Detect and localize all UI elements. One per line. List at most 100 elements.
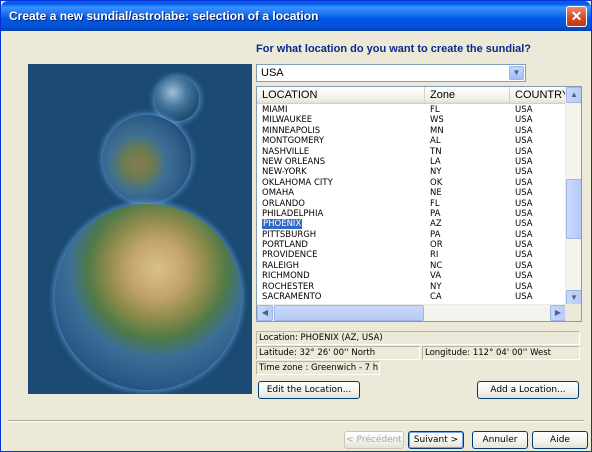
country-cell: USA bbox=[515, 188, 533, 199]
country-cell: USA bbox=[515, 271, 533, 282]
zone-cell: AL bbox=[430, 136, 441, 147]
location-cell: NASHVILLE bbox=[262, 146, 310, 157]
list-header: LOCATION Zone COUNTRY bbox=[257, 87, 566, 104]
country-cell: USA bbox=[515, 115, 533, 126]
country-cell: USA bbox=[515, 125, 533, 136]
window-title: Create a new sundial/astrolabe: selectio… bbox=[9, 9, 319, 23]
column-header-location[interactable]: LOCATION bbox=[257, 87, 425, 104]
scroll-thumb[interactable] bbox=[566, 179, 581, 239]
location-cell: PHOENIX bbox=[260, 218, 304, 231]
country-cell: USA bbox=[515, 229, 533, 240]
timezone-readout: Time zone : Greenwich - 7 h bbox=[256, 361, 380, 375]
country-cell: USA bbox=[515, 260, 533, 271]
cancel-button[interactable]: Annuler bbox=[472, 431, 528, 449]
zone-cell: NE bbox=[430, 188, 442, 199]
list-item[interactable]: MINNEAPOLIS MN USA bbox=[257, 126, 566, 136]
horizontal-scrollbar[interactable]: ◀ ▶ bbox=[257, 304, 566, 321]
list-item[interactable]: ROCHESTER NY USA bbox=[257, 282, 566, 292]
list-item[interactable]: RALEIGH NC USA bbox=[257, 261, 566, 271]
country-cell: USA bbox=[515, 219, 533, 230]
location-readout: Location: PHOENIX (AZ, USA) bbox=[256, 331, 580, 345]
list-item[interactable]: OMAHA NE USA bbox=[257, 188, 566, 198]
location-cell: OMAHA bbox=[262, 188, 295, 199]
list-item[interactable]: NEW ORLEANS LA USA bbox=[257, 157, 566, 167]
location-cell: MILWAUKEE bbox=[262, 115, 313, 126]
list-item[interactable]: PITTSBURGH PA USA bbox=[257, 230, 566, 240]
next-button[interactable]: Suivant > bbox=[408, 431, 464, 449]
country-cell: USA bbox=[515, 105, 533, 115]
location-cell: MIAMI bbox=[262, 105, 288, 115]
location-list[interactable]: LOCATION Zone COUNTRY MIAMI FL USA MILWAUKE… bbox=[256, 86, 582, 322]
country-cell: USA bbox=[515, 208, 533, 219]
zone-cell: FL bbox=[430, 105, 440, 115]
location-question: For what location do you want to create … bbox=[256, 43, 532, 55]
longitude-readout: Longitude: 112° 04' 00'' West bbox=[422, 346, 580, 360]
zone-cell: PA bbox=[430, 229, 441, 240]
arrow-right-icon[interactable]: ▶ bbox=[550, 305, 566, 321]
country-cell: USA bbox=[515, 177, 533, 188]
list-item[interactable]: RICHMOND VA USA bbox=[257, 271, 566, 281]
country-cell: USA bbox=[515, 156, 533, 167]
location-cell: SACRAMENTO bbox=[262, 292, 322, 303]
location-cell: RALEIGH bbox=[262, 260, 299, 271]
location-cell: MINNEAPOLIS bbox=[262, 125, 321, 136]
dialog-window: Create a new sundial/astrolabe: selectio… bbox=[0, 0, 592, 452]
chevron-down-icon[interactable]: ▼ bbox=[509, 66, 524, 80]
location-cell: PROVIDENCE bbox=[262, 250, 318, 261]
vertical-scrollbar[interactable]: ▲ ▼ bbox=[565, 87, 581, 306]
globe-illustration bbox=[28, 64, 252, 394]
list-item[interactable]: OKLAHOMA CITY OK USA bbox=[257, 178, 566, 188]
location-cell: NEW-YORK bbox=[262, 167, 307, 178]
edit-location-button[interactable]: Edit the Location... bbox=[258, 381, 360, 399]
country-cell: USA bbox=[515, 146, 533, 157]
zone-cell: OR bbox=[430, 240, 443, 251]
country-cell: USA bbox=[515, 250, 533, 261]
close-button[interactable]: ✕ bbox=[566, 6, 587, 27]
list-item[interactable]: SACRAMENTO CA USA bbox=[257, 292, 566, 302]
column-header-zone[interactable]: Zone bbox=[425, 87, 510, 104]
small-globe-image bbox=[155, 77, 199, 121]
column-header-country[interactable]: COUNTRY bbox=[510, 87, 566, 104]
list-item[interactable]: ORLANDO FL USA bbox=[257, 199, 566, 209]
title-bar[interactable]: Create a new sundial/astrolabe: selectio… bbox=[1, 1, 591, 31]
arrow-left-icon[interactable]: ◀ bbox=[257, 305, 273, 321]
location-cell: ORLANDO bbox=[262, 198, 305, 209]
zone-cell: NY bbox=[430, 281, 442, 292]
country-cell: USA bbox=[515, 198, 533, 209]
country-cell: USA bbox=[515, 292, 533, 303]
add-location-button[interactable]: Add a Location... bbox=[477, 381, 579, 399]
horizontal-scroll-thumb[interactable] bbox=[274, 305, 424, 321]
zone-cell: NC bbox=[430, 260, 443, 271]
arrow-up-icon[interactable]: ▲ bbox=[566, 87, 581, 103]
location-cell: ROCHESTER bbox=[262, 281, 315, 292]
country-dropdown[interactable]: USA ▼ bbox=[256, 64, 526, 82]
help-button[interactable]: Aide bbox=[532, 431, 588, 449]
list-item[interactable]: NEW-YORK NY USA bbox=[257, 167, 566, 177]
zone-cell: FL bbox=[430, 198, 440, 209]
list-item[interactable]: PHILADELPHIA PA USA bbox=[257, 209, 566, 219]
list-item[interactable]: PORTLAND OR USA bbox=[257, 240, 566, 250]
country-cell: USA bbox=[515, 281, 533, 292]
list-item[interactable]: MILWAUKEE WS USA bbox=[257, 115, 566, 125]
medium-globe-image bbox=[103, 115, 191, 203]
location-cell: MONTGOMERY bbox=[262, 136, 325, 147]
location-cell: PORTLAND bbox=[262, 240, 308, 251]
zone-cell: PA bbox=[430, 208, 441, 219]
latitude-readout: Latitude: 32° 26' 00'' North bbox=[256, 346, 420, 360]
close-icon: ✕ bbox=[570, 8, 583, 24]
scrollbar-corner bbox=[565, 304, 581, 321]
divider bbox=[8, 420, 584, 422]
list-item[interactable]: MIAMI FL USA bbox=[257, 105, 566, 115]
zone-cell: VA bbox=[430, 271, 442, 282]
country-cell: USA bbox=[515, 136, 533, 147]
list-item[interactable]: PHOENIX AZ USA bbox=[257, 218, 566, 231]
list-item[interactable]: PROVIDENCE RI USA bbox=[257, 250, 566, 260]
list-item[interactable]: NASHVILLE TN USA bbox=[257, 147, 566, 157]
location-cell: OKLAHOMA CITY bbox=[262, 177, 333, 188]
previous-button[interactable]: < Précédent bbox=[344, 431, 404, 449]
zone-cell: MN bbox=[430, 125, 444, 136]
location-cell: NEW ORLEANS bbox=[262, 156, 326, 167]
zone-cell: LA bbox=[430, 156, 441, 167]
location-cell: PHILADELPHIA bbox=[262, 208, 324, 219]
list-item[interactable]: MONTGOMERY AL USA bbox=[257, 136, 566, 146]
